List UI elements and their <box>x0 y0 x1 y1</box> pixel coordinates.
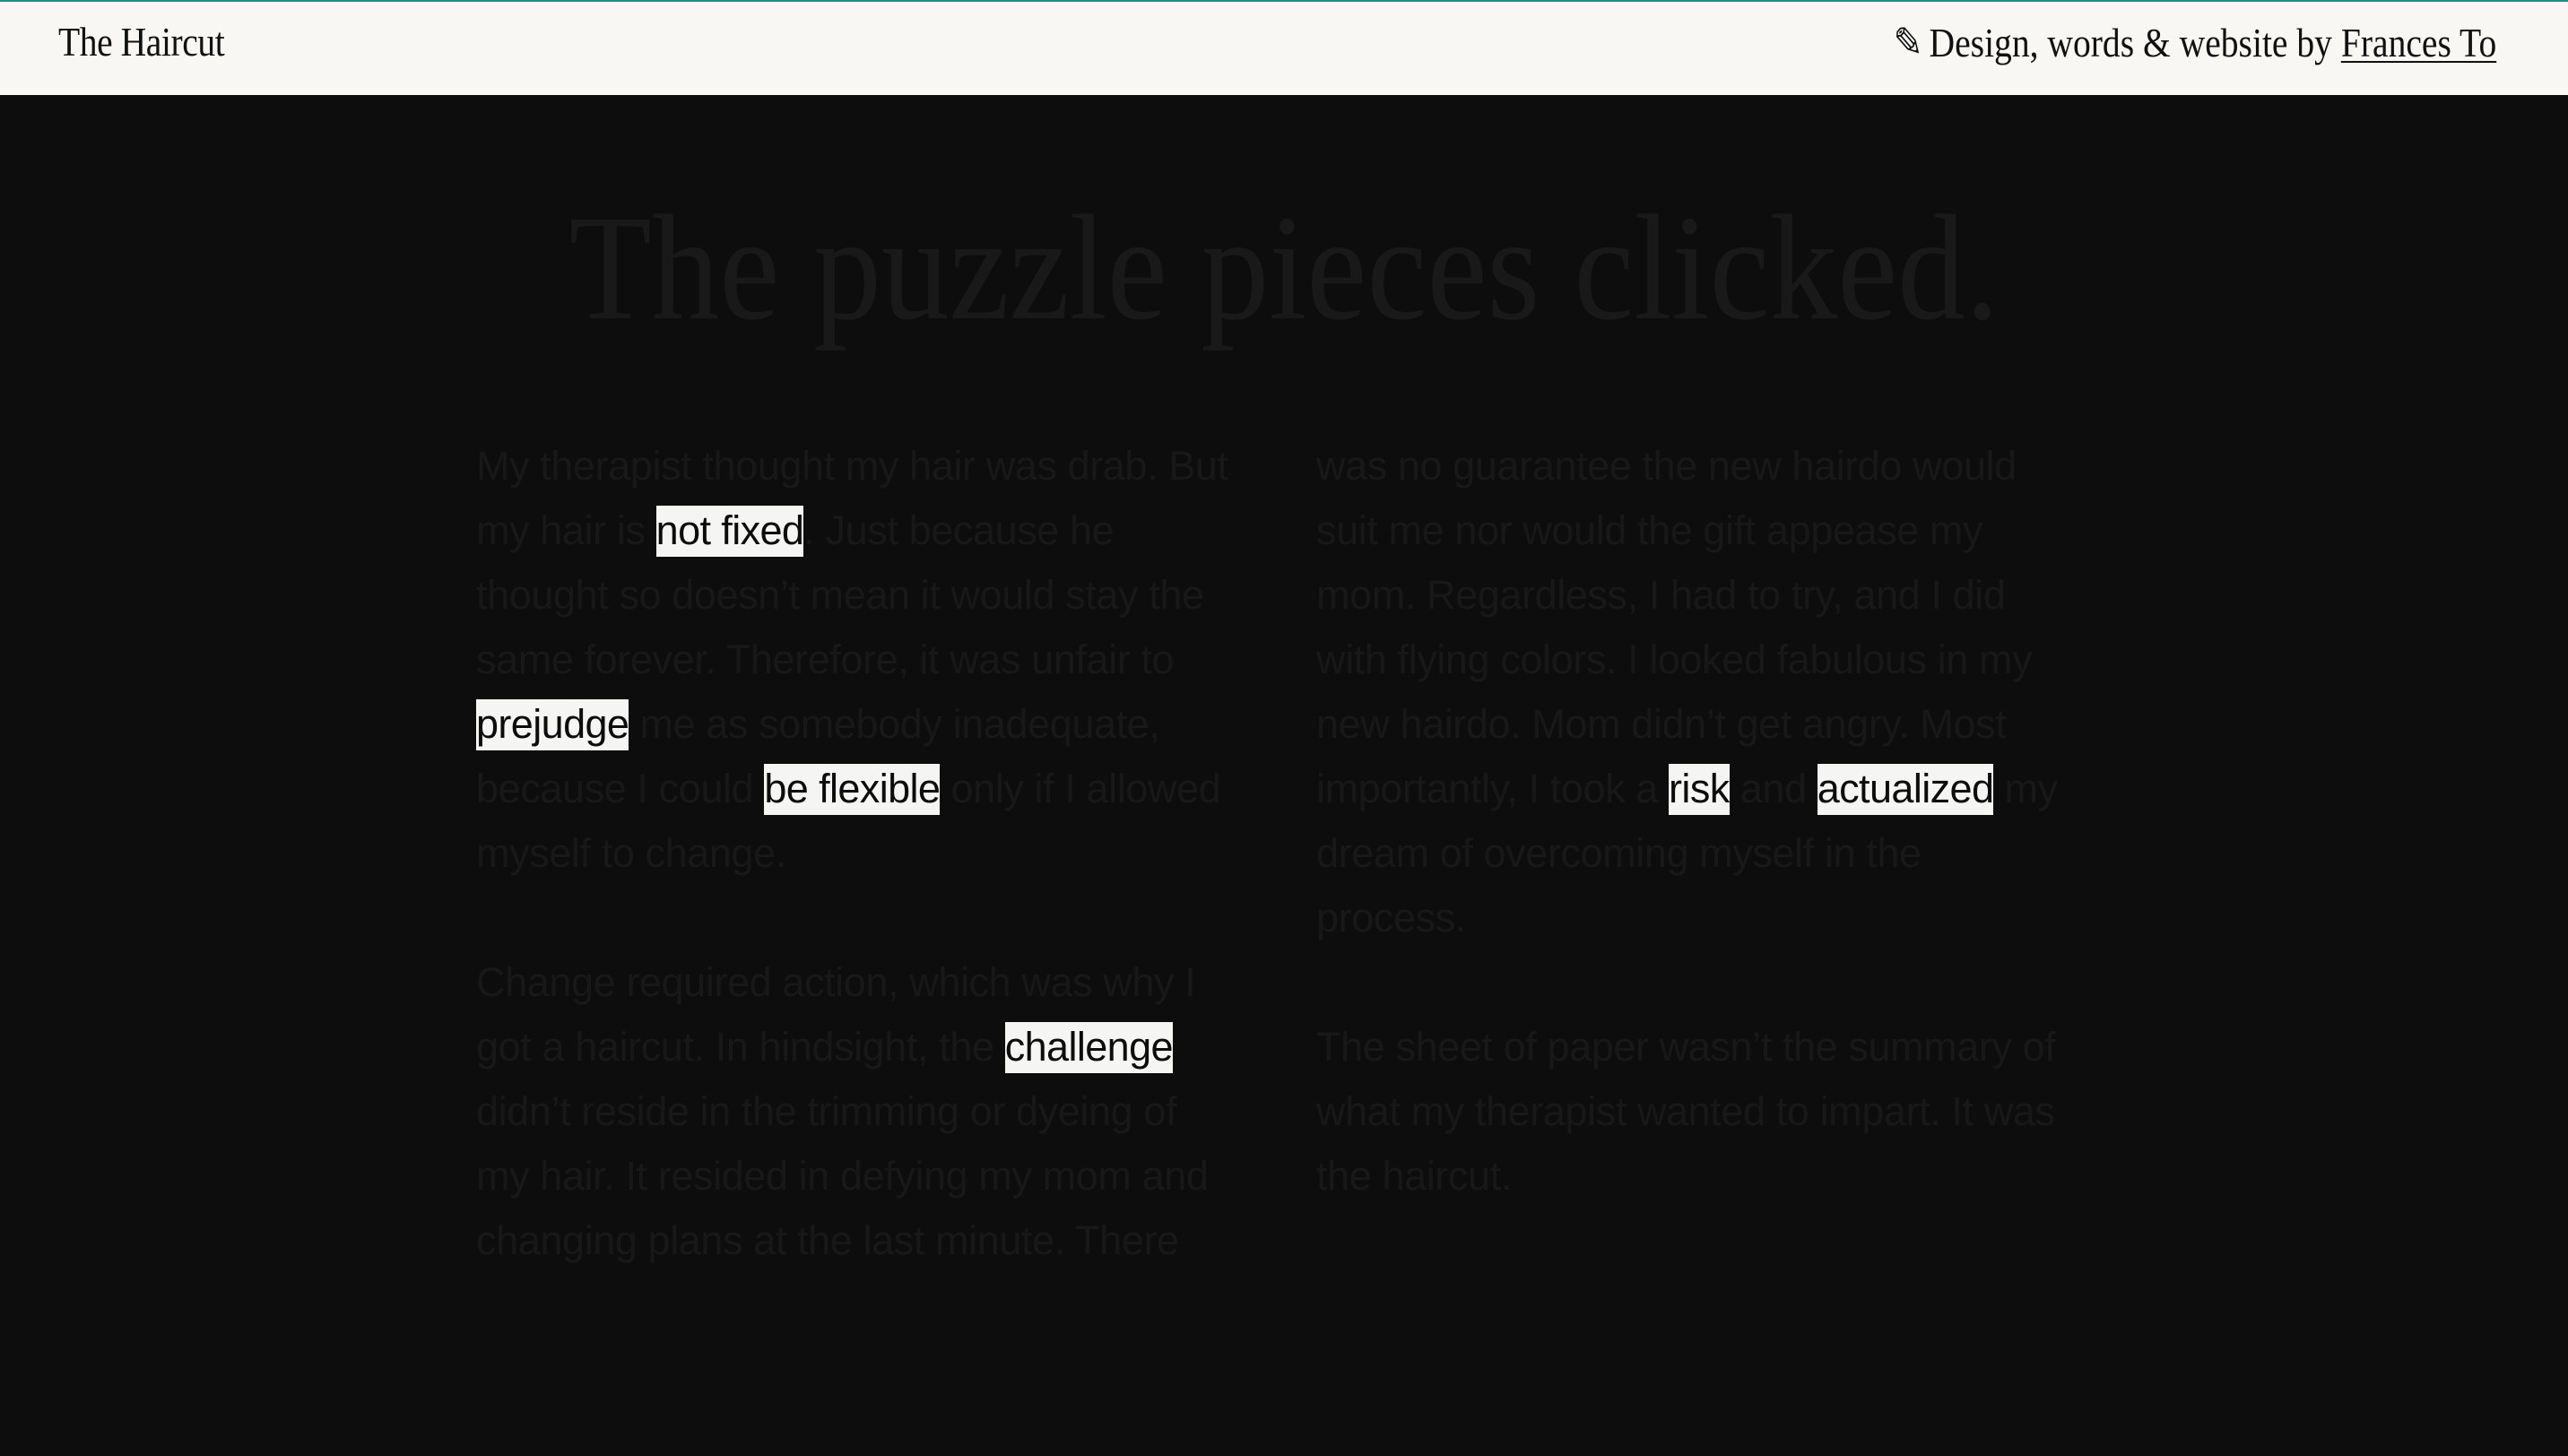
article-columns: My therapist thought my hair was drab. B… <box>476 434 2072 1273</box>
credits: ✎ Design, words & website by Frances To <box>1893 18 2496 66</box>
highlight-be-flexible: be flexible <box>764 764 941 815</box>
text-run: was no guarantee the new hairdo would su… <box>1316 443 2033 811</box>
article-column-right: was no guarantee the new hairdo would su… <box>1316 434 2072 1273</box>
author-link[interactable]: Frances To <box>2341 20 2496 65</box>
article-column-left: My therapist thought my hair was drab. B… <box>476 434 1232 1273</box>
site-title[interactable]: The Haircut <box>58 18 225 65</box>
credits-prefix: Design, words & website by <box>1929 20 2332 65</box>
pencil-icon: ✎ <box>1893 20 1923 65</box>
site-header: The Haircut ✎ Design, words & website by … <box>0 0 2568 95</box>
paragraph-1: My therapist thought my hair was drab. B… <box>476 434 1232 886</box>
text-run: The sheet of paper wasn’t the summary of… <box>1316 1024 2056 1199</box>
highlight-not-fixed: not fixed <box>655 506 804 557</box>
paragraph-3: was no guarantee the new hairdo would su… <box>1316 434 2072 950</box>
highlight-risk: risk <box>1669 764 1730 815</box>
paragraph-2: Change required action, which was why I … <box>476 950 1232 1273</box>
text-run: and <box>1729 766 1818 811</box>
highlight-challenge: challenge <box>1004 1022 1174 1073</box>
paragraph-4: The sheet of paper wasn’t the summary of… <box>1316 1015 2072 1209</box>
text-run: didn’t reside in the trimming or dyeing … <box>476 1088 1209 1263</box>
section-headline: The puzzle pieces clicked. <box>568 185 2000 351</box>
highlight-actualized: actualized <box>1817 764 1994 815</box>
highlight-prejudge: prejudge <box>476 699 629 750</box>
